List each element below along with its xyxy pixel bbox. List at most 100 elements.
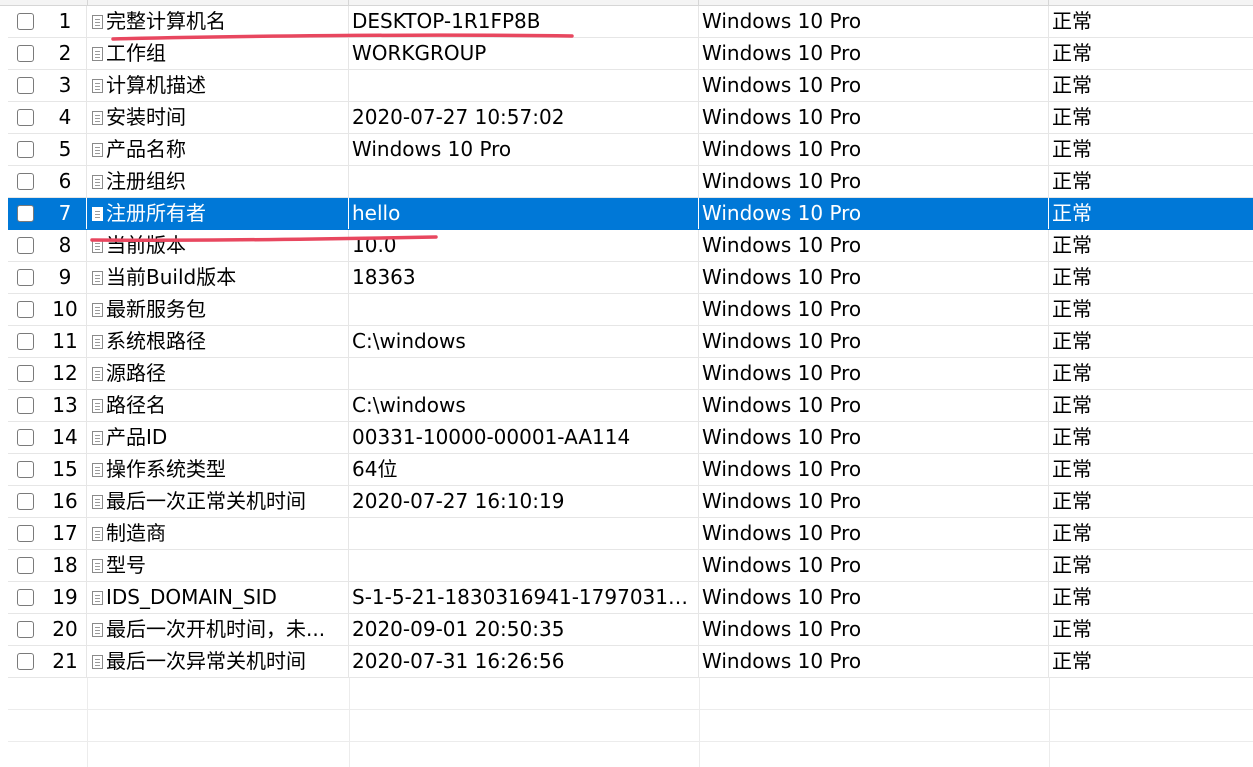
row-number: 21 — [44, 646, 87, 677]
row-checkbox-cell[interactable] — [8, 422, 44, 453]
checkbox[interactable] — [17, 461, 34, 478]
table-row[interactable]: 20 最后一次开机时间，未... 2020-09-01 20:50:35 Window… — [8, 614, 1253, 646]
property-name-cell: 最后一次开机时间，未... — [88, 614, 349, 645]
status: 正常 — [1052, 393, 1092, 417]
row-checkbox-cell[interactable] — [8, 390, 44, 421]
os-name: Windows 10 Pro — [699, 198, 1049, 229]
property-name: 系统根路径 — [106, 329, 206, 353]
property-value: 2020-07-31 16:26:56 — [349, 646, 699, 677]
table-row[interactable]: 7 注册所有者 hello Windows 10 Pro 正常 — [8, 198, 1253, 230]
os-name: Windows 10 Pro — [699, 646, 1049, 677]
row-checkbox-cell[interactable] — [8, 358, 44, 389]
row-number: 11 — [44, 326, 87, 357]
checkbox[interactable] — [17, 13, 34, 30]
row-checkbox-cell[interactable] — [8, 38, 44, 69]
row-checkbox-cell[interactable] — [8, 262, 44, 293]
checkbox[interactable] — [17, 525, 34, 542]
table-row[interactable]: 16 最后一次正常关机时间 2020-07-27 16:10:19 Windows 1… — [8, 486, 1253, 518]
checkbox[interactable] — [17, 269, 34, 286]
property-name: 当前版本 — [106, 233, 186, 257]
status: 正常 — [1052, 361, 1092, 385]
row-checkbox-cell[interactable] — [8, 518, 44, 549]
table-row[interactable]: 10 最新服务包 Windows 10 Pro 正常 — [8, 294, 1253, 326]
column-separator — [1049, 678, 1050, 709]
row-checkbox-cell[interactable] — [8, 6, 44, 37]
property-value — [349, 70, 699, 101]
property-name: 最新服务包 — [106, 297, 206, 321]
row-checkbox-cell[interactable] — [8, 134, 44, 165]
property-name: 安装时间 — [106, 105, 186, 129]
checkbox[interactable] — [17, 301, 34, 318]
status: 正常 — [1052, 425, 1092, 449]
row-checkbox-cell[interactable] — [8, 70, 44, 101]
row-checkbox-cell[interactable] — [8, 166, 44, 197]
table-row[interactable]: 1 完整计算机名 DESKTOP-1R1FP8B Windows 10 Pro 正常 — [8, 6, 1253, 38]
document-icon — [92, 207, 103, 221]
status: 正常 — [1052, 489, 1092, 513]
row-number: 3 — [44, 70, 87, 101]
row-checkbox-cell[interactable] — [8, 454, 44, 485]
table-row[interactable]: 17 制造商 Windows 10 Pro 正常 — [8, 518, 1253, 550]
os-name: Windows 10 Pro — [699, 614, 1049, 645]
row-number: 10 — [44, 294, 87, 325]
checkbox[interactable] — [17, 493, 34, 510]
table-row[interactable]: 4 安装时间 2020-07-27 10:57:02 Windows 10 Pro 正常 — [8, 102, 1253, 134]
checkbox[interactable] — [17, 237, 34, 254]
document-icon — [92, 559, 103, 573]
checkbox[interactable] — [17, 589, 34, 606]
row-checkbox-cell[interactable] — [8, 326, 44, 357]
row-number: 4 — [44, 102, 87, 133]
row-checkbox-cell[interactable] — [8, 294, 44, 325]
checkbox[interactable] — [17, 621, 34, 638]
table-body: 1 完整计算机名 DESKTOP-1R1FP8B Windows 10 Pro 正常 2 工… — [8, 6, 1253, 767]
checkbox[interactable] — [17, 141, 34, 158]
row-checkbox-cell[interactable] — [8, 230, 44, 261]
table-row[interactable]: 6 注册组织 Windows 10 Pro 正常 — [8, 166, 1253, 198]
table-row[interactable]: 5 产品名称 Windows 10 Pro Windows 10 Pro 正常 — [8, 134, 1253, 166]
status: 正常 — [1052, 233, 1092, 257]
property-name-cell: 产品ID — [88, 422, 349, 453]
status: 正常 — [1052, 521, 1092, 545]
table-row[interactable]: 2 工作组 WORKGROUP Windows 10 Pro 正常 — [8, 38, 1253, 70]
row-checkbox-cell[interactable] — [8, 198, 44, 229]
os-name: Windows 10 Pro — [699, 102, 1049, 133]
column-separator — [699, 742, 700, 767]
checkbox[interactable] — [17, 333, 34, 350]
row-checkbox-cell[interactable] — [8, 486, 44, 517]
row-checkbox-cell[interactable] — [8, 102, 44, 133]
checkbox[interactable] — [17, 557, 34, 574]
row-number: 16 — [44, 486, 87, 517]
table-row[interactable]: 12 源路径 Windows 10 Pro 正常 — [8, 358, 1253, 390]
checkbox[interactable] — [17, 45, 34, 62]
checkbox[interactable] — [17, 653, 34, 670]
checkbox[interactable] — [17, 429, 34, 446]
table-row[interactable]: 18 型号 Windows 10 Pro 正常 — [8, 550, 1253, 582]
row-checkbox-cell[interactable] — [8, 550, 44, 581]
property-name: 最后一次开机时间，未... — [106, 617, 326, 641]
table-row[interactable]: 21 最后一次异常关机时间 2020-07-31 16:26:56 Windows 1… — [8, 646, 1253, 678]
property-name: 最后一次异常关机时间 — [106, 649, 306, 673]
os-name: Windows 10 Pro — [699, 38, 1049, 69]
row-checkbox-cell[interactable] — [8, 582, 44, 613]
table-row[interactable]: 9 当前Build版本 18363 Windows 10 Pro 正常 — [8, 262, 1253, 294]
row-checkbox-cell[interactable] — [8, 646, 44, 677]
table-row[interactable]: 3 计算机描述 Windows 10 Pro 正常 — [8, 70, 1253, 102]
document-icon — [92, 79, 103, 93]
checkbox[interactable] — [17, 397, 34, 414]
table-row[interactable]: 8 当前版本 10.0 Windows 10 Pro 正常 — [8, 230, 1253, 262]
property-value: 18363 — [349, 262, 699, 293]
checkbox[interactable] — [17, 77, 34, 94]
checkbox[interactable] — [17, 109, 34, 126]
table-row[interactable]: 19 IDS_DOMAIN_SID S-1-5-21-1830316941-1797… — [8, 582, 1253, 614]
checkbox[interactable] — [17, 365, 34, 382]
row-number: 5 — [44, 134, 87, 165]
row-checkbox-cell[interactable] — [8, 614, 44, 645]
checkbox[interactable] — [17, 205, 34, 222]
table-row[interactable]: 15 操作系统类型 64位 Windows 10 Pro 正常 — [8, 454, 1253, 486]
document-icon — [92, 335, 103, 349]
checkbox[interactable] — [17, 173, 34, 190]
property-value: DESKTOP-1R1FP8B — [349, 6, 699, 37]
table-row[interactable]: 14 产品ID 00331-10000-00001-AA114 Windows 10 … — [8, 422, 1253, 454]
table-row[interactable]: 13 路径名 C:\windows Windows 10 Pro 正常 — [8, 390, 1253, 422]
table-row[interactable]: 11 系统根路径 C:\windows Windows 10 Pro 正常 — [8, 326, 1253, 358]
